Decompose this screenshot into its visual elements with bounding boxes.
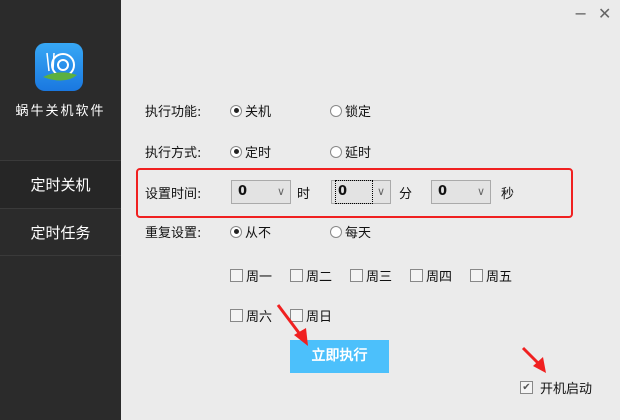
arrow-icon: [276, 304, 308, 346]
arrow-icon: [521, 346, 546, 373]
annotation-arrows: [276, 304, 546, 373]
